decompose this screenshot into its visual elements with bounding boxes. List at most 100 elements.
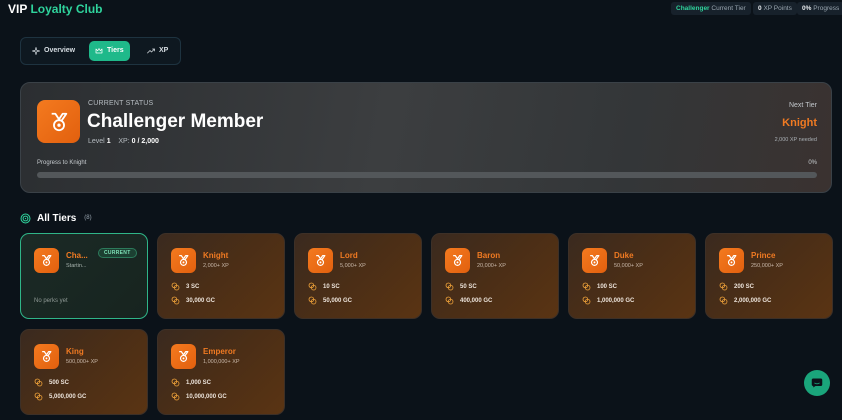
tier-medal-icon (171, 344, 196, 369)
tier-name: Duke (614, 251, 634, 260)
current-tier-name: Challenger Member (87, 111, 264, 132)
tier-name: King (66, 347, 84, 356)
tier-card[interactable]: Cha... Startin... CURRENT No perks yet (20, 233, 148, 319)
current-tier-stat: Challenger Current Tier (671, 2, 751, 15)
tier-xp-requirement: 50,000+ XP (614, 263, 643, 269)
xp-value: 0 / 2,000 (131, 138, 159, 145)
tier-medal-icon (582, 248, 607, 273)
level-value: 1 (106, 138, 111, 145)
tier-xp-requirement: 1,000,000+ XP (203, 359, 240, 365)
tier-xp-requirement: 250,000+ XP (751, 263, 783, 269)
current-level-xp: Level 1 XP: 0 / 2,000 (88, 138, 159, 145)
tab-xp-label: XP (159, 47, 169, 54)
coins-icon (582, 282, 591, 293)
coins-icon (171, 282, 180, 293)
tier-xp-requirement: 5,000+ XP (340, 263, 366, 269)
current-status-label: CURRENT STATUS (88, 100, 154, 107)
xp-points-value: 0 (758, 5, 762, 12)
gc-perk: 10,000,000 GC (171, 392, 227, 402)
tier-medal-icon (34, 344, 59, 369)
sc-perk-value: 50 SC (460, 284, 477, 290)
level-label: Level (88, 138, 105, 145)
tab-overview-label: Overview (44, 47, 76, 54)
tier-medal-icon (445, 248, 470, 273)
tier-card[interactable]: Lord 5,000+ XP 10 SC 50,000 GC (294, 233, 422, 319)
coins-icon (582, 296, 591, 307)
coins-icon (719, 282, 728, 293)
coins-icon (171, 378, 180, 389)
next-tier-requirement: 2,000 XP needed (774, 137, 817, 143)
gc-perk-value: 400,000 GC (460, 298, 493, 304)
top-bar: VIP Loyalty Club Challenger Current Tier… (0, 0, 842, 18)
tab-bar: Overview Tiers XP (20, 37, 181, 65)
tab-tiers[interactable]: Tiers (89, 41, 130, 61)
sc-perk-value: 100 SC (597, 284, 618, 290)
coins-icon (719, 296, 728, 307)
tier-name: Prince (751, 251, 776, 260)
tier-card[interactable]: Prince 250,000+ XP 200 SC 2,000,000 GC (705, 233, 833, 319)
xp-points-label: XP Points (763, 5, 792, 12)
tier-card[interactable]: Baron 20,000+ XP 50 SC 400,000 GC (431, 233, 559, 319)
gc-perk-value: 50,000 GC (323, 298, 353, 304)
tab-overview[interactable]: Overview (26, 41, 81, 61)
gc-perk-value: 1,000,000 GC (597, 298, 635, 304)
gc-perk-value: 10,000,000 GC (186, 394, 227, 400)
tier-card[interactable]: Emperor 1,000,000+ XP 1,000 SC 10,000,000 G… (157, 329, 285, 415)
gc-perk: 5,000,000 GC (34, 392, 86, 402)
all-tiers-title: All Tiers (37, 212, 77, 224)
sc-perk: 10 SC (308, 282, 340, 292)
tier-medal-icon (171, 248, 196, 273)
progress-bar-label: Progress to Knight (37, 160, 87, 166)
tier-medal-icon (34, 248, 59, 273)
gc-perk: 50,000 GC (308, 296, 352, 306)
chat-button[interactable] (804, 370, 830, 396)
tab-xp[interactable]: XP (141, 41, 174, 61)
xp-points-stat: 0 XP Points (753, 2, 797, 15)
coins-icon (445, 282, 454, 293)
app-title: VIP Loyalty Club (8, 2, 102, 16)
gc-perk: 2,000,000 GC (719, 296, 771, 306)
coins-icon (34, 378, 43, 389)
progress-label: Progress (813, 5, 840, 12)
next-tier-name: Knight (782, 117, 817, 129)
sc-perk: 3 SC (171, 282, 199, 292)
gc-perk: 30,000 GC (171, 296, 215, 306)
sc-perk: 50 SC (445, 282, 477, 292)
app-title-suffix: Loyalty Club (30, 2, 103, 16)
sc-perk-value: 3 SC (186, 284, 200, 290)
tier-card[interactable]: King 500,000+ XP 500 SC 5,000,000 GC (20, 329, 148, 415)
tier-name: Baron (477, 251, 501, 260)
tier-card[interactable]: Duke 50,000+ XP 100 SC 1,000,000 GC (568, 233, 696, 319)
gc-perk: 1,000,000 GC (582, 296, 634, 306)
coins-icon (445, 296, 454, 307)
coins-icon (308, 282, 317, 293)
tier-medal-icon (37, 100, 80, 143)
target-icon (20, 213, 31, 223)
coins-icon (34, 392, 43, 403)
xp-label: XP: (118, 138, 130, 145)
tier-name: Lord (340, 251, 358, 260)
app-title-prefix: VIP (8, 2, 28, 16)
all-tiers-count: (8) (84, 215, 92, 221)
coins-icon (171, 392, 180, 403)
sparkle-icon (32, 47, 40, 55)
tier-name: Knight (203, 251, 229, 260)
current-tier-label: Current Tier (711, 5, 746, 12)
tier-xp-requirement: Startin... (66, 263, 87, 269)
sc-perk: 200 SC (719, 282, 754, 292)
gc-perk: 400,000 GC (445, 296, 492, 306)
tier-medal-icon (308, 248, 333, 273)
tier-medal-icon (719, 248, 744, 273)
sc-perk: 100 SC (582, 282, 617, 292)
progress-value: 0% (802, 5, 812, 12)
tier-name: Cha... (66, 251, 88, 260)
no-perks-text: No perks yet (34, 298, 68, 304)
gc-perk-value: 2,000,000 GC (734, 298, 772, 304)
tier-name: Emperor (203, 347, 236, 356)
tier-xp-requirement: 20,000+ XP (477, 263, 506, 269)
current-badge: CURRENT (98, 248, 137, 258)
current-tier-value: Challenger (676, 5, 710, 12)
chat-icon (811, 378, 823, 388)
tier-card[interactable]: Knight 2,000+ XP 3 SC 30,000 GC (157, 233, 285, 319)
sc-perk: 500 SC (34, 378, 69, 388)
